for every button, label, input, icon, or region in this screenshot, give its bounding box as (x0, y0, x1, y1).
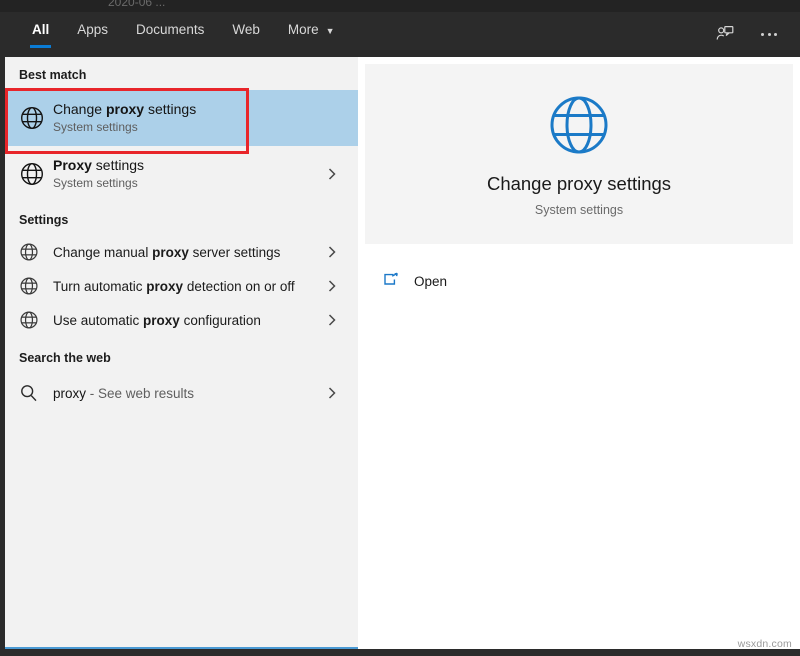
chevron-right-icon[interactable] (326, 166, 338, 182)
tab-apps-label: Apps (77, 22, 109, 37)
web-search-suffix: - See web results (86, 385, 195, 401)
proxy-settings-text: Proxy settings System settings (53, 156, 144, 192)
open-action-button[interactable]: Open (382, 266, 562, 296)
globe-icon (19, 161, 53, 187)
ellipsis-dots (761, 32, 777, 36)
tab-more-label: More (287, 22, 319, 37)
tab-documents[interactable]: Documents (122, 12, 218, 57)
globe-icon (19, 276, 53, 296)
windows-search-panel: 2020-06 ... All Apps Documents Web More … (0, 0, 800, 656)
preview-card: Change proxy settings System settings (365, 64, 793, 244)
proxy-settings-result[interactable]: Proxy settings System settings (5, 146, 358, 202)
setting-change-manual-proxy-server[interactable]: Change manual proxy server settings (5, 235, 358, 269)
proxy-settings-title-suffix: settings (91, 157, 145, 173)
setting-use-automatic-proxy-configuration[interactable]: Use automatic proxy configuration (5, 303, 358, 337)
best-match-title: Change proxy settings (53, 100, 196, 118)
tab-bar: All Apps Documents Web More ▼ (18, 12, 349, 57)
header-actions (708, 18, 786, 50)
tab-web[interactable]: Web (218, 12, 274, 57)
best-match-subtitle: System settings (53, 120, 138, 134)
web-search-result[interactable]: proxy - See web results (5, 373, 358, 413)
search-the-web-heading: Search the web (19, 351, 111, 365)
chevron-down-icon: ▼ (325, 26, 335, 36)
tab-active-underline (30, 45, 52, 48)
best-match-result[interactable]: Change proxy settings System settings (5, 90, 358, 146)
tab-documents-label: Documents (136, 22, 205, 37)
globe-icon (19, 242, 53, 262)
web-search-query: proxy (53, 385, 87, 401)
search-header: All Apps Documents Web More ▼ (0, 12, 800, 57)
chevron-right-icon[interactable] (326, 244, 338, 260)
setting-2-suffix: configuration (179, 312, 261, 328)
watermark: wsxdn.com (737, 638, 792, 650)
tab-more[interactable]: More ▼ (274, 12, 349, 57)
preview-panel: Change proxy settings System settings Op… (358, 57, 800, 649)
setting-change-manual-proxy-server-label: Change manual proxy server settings (53, 242, 280, 263)
tab-web-label: Web (232, 22, 260, 37)
open-action-label: Open (414, 273, 448, 289)
settings-heading: Settings (19, 213, 69, 227)
best-match-heading: Best match (19, 68, 87, 82)
setting-1-prefix: Turn automatic (53, 278, 147, 294)
setting-1-suffix: detection on or off (183, 278, 295, 294)
desktop-背景-sliver: 2020-06 ... (0, 0, 800, 12)
proxy-settings-title-bold: Proxy (53, 157, 92, 173)
setting-1-bold: proxy (146, 278, 184, 294)
preview-subtitle: System settings (534, 202, 624, 217)
setting-use-automatic-proxy-configuration-label: Use automatic proxy configuration (53, 310, 261, 331)
preview-title: Change proxy settings (486, 172, 672, 194)
best-match-text: Change proxy settings System settings (53, 100, 196, 136)
setting-0-bold: proxy (152, 244, 189, 260)
tab-all-label: All (32, 22, 50, 37)
proxy-settings-title: Proxy settings (53, 156, 144, 174)
ellipsis-icon[interactable] (752, 18, 786, 50)
best-match-title-prefix: Change (53, 101, 106, 117)
open-external-icon (382, 272, 414, 290)
feedback-person-icon[interactable] (708, 18, 742, 50)
setting-turn-automatic-proxy-detection-label: Turn automatic proxy detection on or off (53, 276, 295, 297)
chevron-right-icon[interactable] (326, 312, 338, 328)
chevron-right-icon[interactable] (326, 385, 338, 401)
tab-apps[interactable]: Apps (63, 12, 122, 57)
top-partial-text: 2020-06 ... (108, 0, 166, 9)
best-match-title-bold: proxy (105, 101, 145, 117)
web-search-label: proxy - See web results (53, 386, 194, 401)
setting-2-bold: proxy (143, 312, 180, 328)
chevron-right-icon[interactable] (326, 278, 338, 294)
best-match-title-suffix: settings (144, 101, 197, 117)
setting-0-prefix: Change manual (53, 244, 153, 260)
setting-turn-automatic-proxy-detection[interactable]: Turn automatic proxy detection on or off (5, 269, 358, 303)
setting-0-suffix: server settings (188, 244, 281, 260)
globe-icon-blue (546, 92, 612, 158)
proxy-settings-subtitle: System settings (53, 176, 138, 190)
setting-2-prefix: Use automatic (53, 312, 144, 328)
globe-icon (19, 310, 53, 330)
search-icon (19, 383, 53, 403)
tab-all[interactable]: All (18, 12, 63, 57)
globe-icon (19, 105, 53, 131)
results-list-panel: Best match Change proxy settings System … (5, 57, 358, 649)
